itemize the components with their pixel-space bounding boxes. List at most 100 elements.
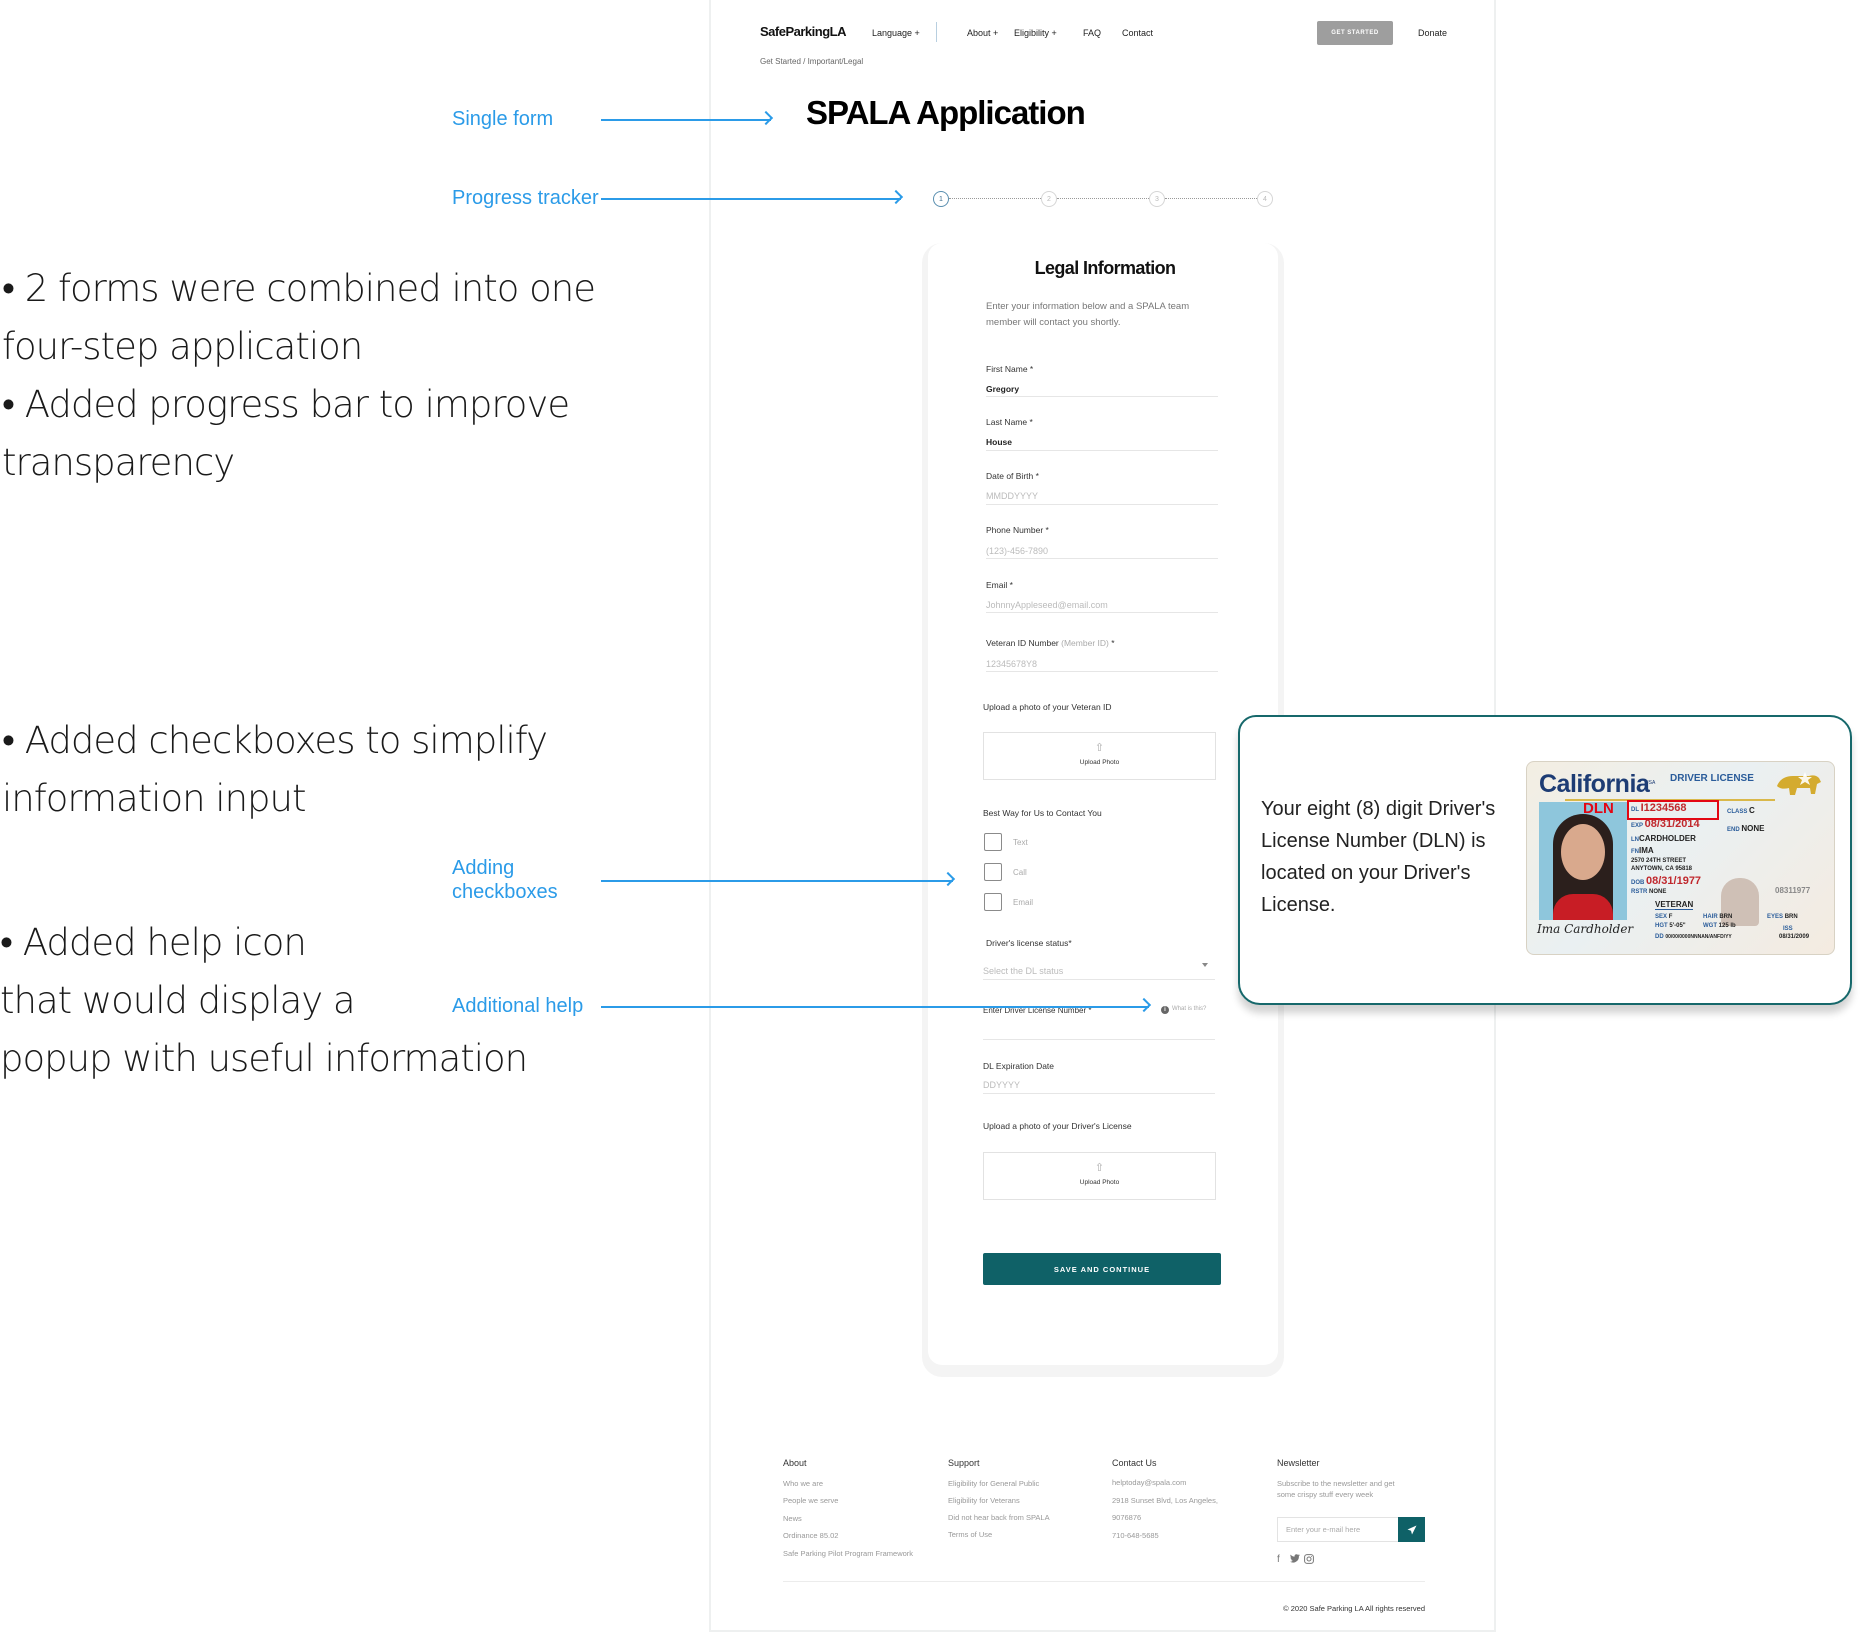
field-underline xyxy=(983,1093,1215,1094)
email-input[interactable]: JohnnyAppleseed@email.com xyxy=(986,600,1108,610)
lic-key: CLASS xyxy=(1727,809,1750,815)
footer-zip: 9076876 xyxy=(1112,1513,1142,1522)
footer-link[interactable]: Who we are xyxy=(783,1479,823,1488)
instagram-icon[interactable] xyxy=(1304,1554,1314,1567)
checkbox-email[interactable] xyxy=(984,893,1002,911)
dl-expiration-input[interactable]: DDYYYY xyxy=(983,1080,1020,1090)
annotation-text: that would display a xyxy=(0,979,356,1022)
license-usa: USA xyxy=(1645,780,1656,786)
newsletter-email-input[interactable] xyxy=(1277,1517,1399,1542)
photo-face xyxy=(1561,824,1605,880)
footer-email[interactable]: helptoday@spala.com xyxy=(1112,1478,1186,1487)
annotation-text: • 2 forms were combined into one xyxy=(2,267,596,310)
footer-link[interactable]: Terms of Use xyxy=(948,1530,992,1539)
license-wgt: 125 lb xyxy=(1718,923,1736,929)
footer-link[interactable]: Eligibility for General Public xyxy=(948,1479,1039,1488)
facebook-icon[interactable]: f xyxy=(1277,1554,1280,1565)
upload-veteran-label: Upload a photo of your Veteran ID xyxy=(983,702,1112,712)
twitter-icon[interactable] xyxy=(1290,1554,1300,1566)
license-class: C xyxy=(1749,806,1755,815)
what-is-this-link[interactable]: What is this? xyxy=(1172,1006,1206,1012)
annotation-text: four-step application xyxy=(2,325,363,368)
footer-divider xyxy=(783,1581,1425,1582)
annotation-label-single-form: Single form xyxy=(452,108,554,130)
annotation-text: popup with useful information xyxy=(0,1037,528,1080)
nav-faq[interactable]: FAQ xyxy=(1083,28,1101,38)
annotation-arrow xyxy=(601,119,771,121)
field-label-hint: (Member ID) xyxy=(1061,638,1109,648)
upload-dl-label: Upload a photo of your Driver's License xyxy=(983,1121,1132,1131)
checkbox-call[interactable] xyxy=(984,863,1002,881)
lic-key: SEX xyxy=(1655,914,1669,920)
nav-language[interactable]: Language + xyxy=(872,28,920,38)
checkbox-label: Email xyxy=(1013,898,1034,907)
phone-input[interactable]: (123)-456-7890 xyxy=(986,546,1048,556)
upload-icon: ⇧ xyxy=(1094,742,1105,754)
checkbox-text[interactable] xyxy=(984,833,1002,851)
nav-donate[interactable]: Donate xyxy=(1418,28,1447,38)
veteran-id-input[interactable]: 12345678Y8 xyxy=(986,659,1037,669)
site-logo[interactable]: SafeParkingLA xyxy=(760,24,846,39)
info-icon[interactable]: i xyxy=(1161,1006,1169,1014)
page-title: SPALA Application xyxy=(806,94,1086,131)
field-label: Last Name * xyxy=(986,417,1033,427)
dl-number-input[interactable] xyxy=(983,1039,1215,1040)
dob-input[interactable]: MMDDYYYY xyxy=(986,491,1038,501)
license-ln: CARDHOLDER xyxy=(1639,834,1696,843)
upload-text: Upload Photo xyxy=(1079,1179,1120,1186)
field-label: Email * xyxy=(986,580,1013,590)
nav-divider xyxy=(936,22,937,42)
annotation-label-adding-checkboxes: checkboxes xyxy=(452,881,558,903)
footer-heading-newsletter: Newsletter xyxy=(1277,1458,1320,1468)
footer-link[interactable]: Ordinance 85.02 xyxy=(783,1531,838,1540)
upload-icon: ⇧ xyxy=(1094,1162,1105,1174)
field-underline xyxy=(986,504,1218,505)
field-label-main: Veteran ID Number xyxy=(986,638,1059,648)
newsletter-submit-button[interactable] xyxy=(1398,1517,1425,1542)
annotation-label-additional-help: Additional help xyxy=(452,995,584,1017)
get-started-button[interactable]: GET STARTED xyxy=(1317,21,1393,45)
footer-link[interactable]: Did not hear back from SPALA xyxy=(948,1513,1050,1522)
first-name-input[interactable]: Gregory xyxy=(986,384,1019,394)
nav-about[interactable]: About + xyxy=(967,28,998,38)
footer-link[interactable]: Safe Parking Pilot Program Framework xyxy=(783,1549,913,1558)
dl-expiration-label: DL Expiration Date xyxy=(983,1061,1055,1071)
contact-method-label: Best Way for Us to Contact You xyxy=(983,808,1102,818)
upload-veteran-id-button[interactable]: ⇧ Upload Photo xyxy=(983,732,1216,780)
drivers-license-image: California USA DRIVER LICENSE DLN DL I12… xyxy=(1526,761,1835,955)
lic-key: FN xyxy=(1631,849,1639,855)
nav-eligibility[interactable]: Eligibility + xyxy=(1014,28,1057,38)
lic-key: DOB xyxy=(1631,880,1646,886)
dl-status-label: Driver's license status* xyxy=(986,938,1072,948)
license-hgt: 5'-05" xyxy=(1669,923,1686,929)
field-underline xyxy=(986,450,1218,451)
nav-contact[interactable]: Contact xyxy=(1122,28,1153,38)
last-name-input[interactable]: House xyxy=(986,437,1012,447)
newsletter-text: some crispy stuff every week xyxy=(1277,1490,1374,1499)
save-and-continue-button[interactable]: SAVE AND CONTINUE xyxy=(983,1253,1221,1285)
footer-phone: 710-648-5685 xyxy=(1112,1531,1159,1540)
footer-link[interactable]: Eligibility for Veterans xyxy=(948,1496,1020,1505)
license-dob: 08/31/1977 xyxy=(1646,875,1702,887)
field-underline xyxy=(986,558,1218,559)
form-description: Enter your information below and a SPALA… xyxy=(986,301,1190,328)
lic-key: HGT xyxy=(1655,923,1670,929)
bear-icon xyxy=(1777,772,1821,795)
annotation-arrow xyxy=(601,198,901,200)
license-signature: Ima Cardholder xyxy=(1537,922,1634,936)
license-dl-number: I1234568 xyxy=(1640,802,1687,814)
lic-key: RSTR xyxy=(1631,889,1649,895)
license-dln-tag: DLN xyxy=(1583,800,1614,817)
footer-link[interactable]: News xyxy=(783,1514,802,1523)
annotation-text: information input xyxy=(2,777,306,820)
step-connector xyxy=(1057,198,1149,199)
field-label-required: * xyxy=(1108,638,1115,648)
footer-link[interactable]: People we serve xyxy=(783,1496,838,1505)
license-photo xyxy=(1539,802,1627,920)
field-underline xyxy=(983,979,1215,980)
upload-drivers-license-button[interactable]: ⇧ Upload Photo xyxy=(983,1152,1216,1200)
annotation-label-progress-tracker: Progress tracker xyxy=(452,187,599,209)
license-sex: F xyxy=(1668,914,1673,920)
step-connector xyxy=(949,198,1041,199)
lic-key: DD xyxy=(1655,934,1666,940)
